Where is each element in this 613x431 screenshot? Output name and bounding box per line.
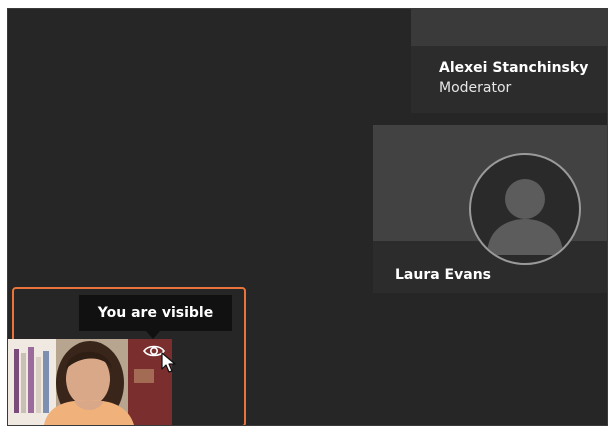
participant-name: Alexei Stanchinsky [439,60,589,76]
video-conference-stage: Alexei Stanchinsky Moderator Laura Evans [7,8,608,426]
participant-tile-laura[interactable]: Laura Evans [373,125,607,293]
participant-tile-alexei[interactable]: Alexei Stanchinsky Moderator [411,9,607,113]
participant-role: Moderator [439,80,512,96]
visibility-tooltip: You are visible [79,295,232,339]
participant-name: Laura Evans [395,267,491,283]
avatar-placeholder-icon [469,153,581,265]
participant-video-area [411,9,607,46]
mouse-pointer-icon [161,352,177,378]
